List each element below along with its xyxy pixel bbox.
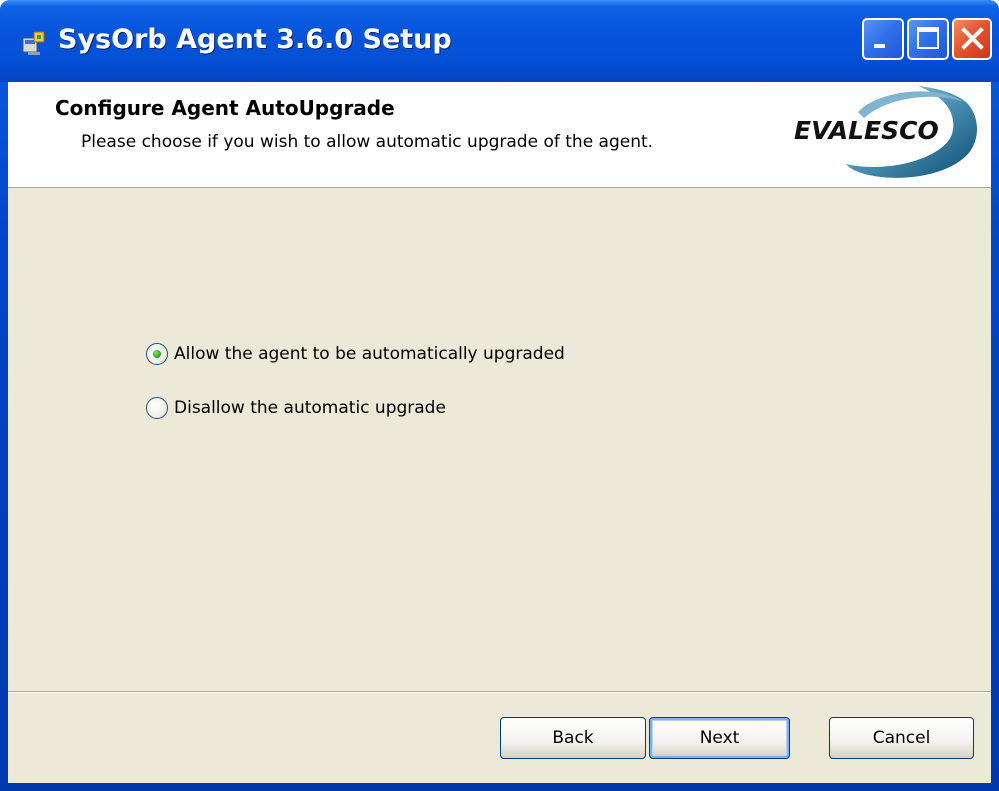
cancel-button[interactable]: Cancel: [829, 717, 974, 759]
installer-icon: [20, 28, 48, 56]
page-title: Configure Agent AutoUpgrade: [55, 96, 395, 120]
radio-disallow-label: Disallow the automatic upgrade: [174, 398, 446, 418]
dialog-client-area: Configure Agent AutoUpgrade Please choos…: [8, 82, 991, 783]
radio-disallow-upgrade[interactable]: Disallow the automatic upgrade: [146, 394, 446, 422]
minimize-button[interactable]: [862, 18, 904, 60]
close-button[interactable]: [952, 18, 992, 60]
evalesco-logo: EVALESCO: [794, 86, 977, 178]
dialog-header: Configure Agent AutoUpgrade Please choos…: [8, 82, 991, 188]
page-description: Please choose if you wish to allow autom…: [81, 132, 654, 152]
logo-text: EVALESCO: [794, 116, 939, 145]
radio-button-selected[interactable]: [146, 343, 168, 365]
back-button[interactable]: Back: [500, 717, 646, 759]
minimize-icon: [874, 44, 885, 48]
next-button[interactable]: Next: [649, 717, 790, 759]
close-icon: [961, 27, 984, 50]
radio-allow-label: Allow the agent to be automatically upgr…: [174, 344, 565, 364]
maximize-button[interactable]: [907, 18, 949, 60]
maximize-icon: [917, 27, 939, 49]
radio-allow-upgrade[interactable]: Allow the agent to be automatically upgr…: [146, 340, 565, 368]
footer-separator: [8, 691, 991, 693]
window-title: SysOrb Agent 3.6.0 Setup: [58, 24, 452, 55]
setup-window: SysOrb Agent 3.6.0 Setup Configure Agent…: [0, 0, 999, 791]
title-bar[interactable]: SysOrb Agent 3.6.0 Setup: [0, 0, 999, 82]
radio-button-unselected[interactable]: [146, 397, 168, 419]
